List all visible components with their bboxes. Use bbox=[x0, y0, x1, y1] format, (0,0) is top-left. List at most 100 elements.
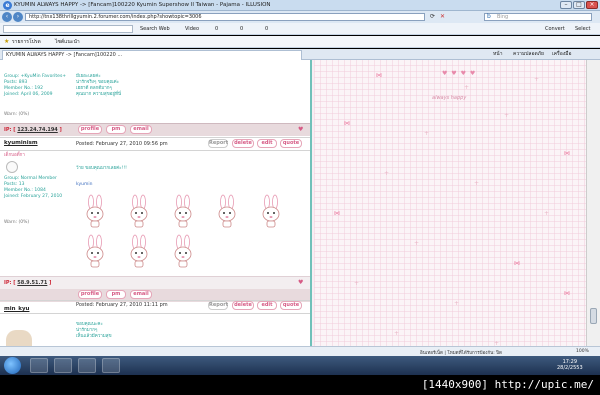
maximize-button[interactable]: □ bbox=[573, 1, 585, 9]
stop-icon[interactable]: ✕ bbox=[440, 13, 445, 20]
ip-address[interactable]: 58.9.51.71 bbox=[17, 280, 47, 286]
vertical-scrollbar[interactable] bbox=[586, 60, 600, 356]
divider bbox=[0, 137, 310, 138]
tab-current[interactable]: KYUMIN ALWAYS HAPPY -> [Fancam]100220 ..… bbox=[2, 50, 302, 60]
post1-warn: Warn: (0%) bbox=[4, 112, 30, 117]
delete-button[interactable]: delete bbox=[232, 301, 254, 310]
email-button[interactable]: email bbox=[130, 125, 152, 134]
divider bbox=[0, 150, 310, 151]
joined-date: Joined: April 06, 2009 bbox=[4, 92, 53, 97]
top-icon[interactable]: ♥ bbox=[298, 279, 303, 286]
page-menu[interactable]: หน้า bbox=[493, 50, 503, 58]
edit-button[interactable]: edit bbox=[257, 139, 277, 148]
post2-warn: Warn: (0%) bbox=[4, 220, 30, 225]
bow-icon: ⋈ bbox=[564, 290, 570, 297]
post2-posted: Posted: February 27, 2010 09:56 pm bbox=[76, 141, 168, 147]
report-button[interactable]: Report bbox=[208, 139, 228, 148]
profile-button[interactable]: profile bbox=[78, 290, 102, 299]
edit-button[interactable]: edit bbox=[257, 301, 277, 310]
refresh-icon[interactable]: ⟳ bbox=[430, 13, 435, 20]
bunny-sticker bbox=[130, 234, 148, 268]
bow-icon: ⋈ bbox=[334, 210, 340, 217]
avatar bbox=[6, 161, 18, 173]
profile-button[interactable]: profile bbox=[78, 125, 102, 134]
sparkle-icon: + bbox=[464, 84, 470, 91]
post2-ip: IP: [ 58.9.51.71 ] bbox=[4, 280, 52, 286]
star-icon: ★ bbox=[4, 38, 10, 45]
post2-body-line2: kyumin bbox=[76, 182, 93, 187]
start-button[interactable] bbox=[4, 357, 21, 374]
bow-icon: ⋈ bbox=[514, 260, 520, 267]
pm-button[interactable]: pm bbox=[106, 290, 126, 299]
quote-button[interactable]: quote bbox=[280, 301, 302, 310]
tools-menu[interactable]: เครื่องมือ bbox=[552, 50, 571, 58]
clock[interactable]: 17:29 28/2/2553 bbox=[557, 359, 583, 371]
bunny-sticker bbox=[86, 194, 104, 228]
favorites-button[interactable]: รายการโปรด bbox=[12, 38, 41, 46]
status-bar: อินเทอร์เน็ต | โหมดที่ได้รับการป้องกัน: … bbox=[0, 346, 600, 356]
image-caption: [1440x900] http://upic.me/ bbox=[0, 375, 600, 395]
counter-a[interactable]: 0 bbox=[215, 25, 218, 33]
bunny-sticker bbox=[262, 194, 280, 228]
ie-taskbar-icon[interactable] bbox=[30, 358, 48, 373]
scrollbar-thumb[interactable] bbox=[590, 308, 597, 324]
bunny-sticker bbox=[130, 194, 148, 228]
post1-body: มีเยอะเลยค่ะ น่ารักจริงๆ ขอบคุณค่ะ เฮฮาด… bbox=[76, 74, 121, 98]
search-input[interactable]: Bing bbox=[484, 13, 592, 21]
bunny-sticker bbox=[174, 234, 192, 268]
divider bbox=[0, 313, 310, 314]
bing-icon: b bbox=[487, 13, 491, 20]
post1-footer: IP: [ 123.24.74.194 ] profile pm email ♥ bbox=[0, 123, 310, 136]
bow-icon: ⋈ bbox=[344, 120, 350, 127]
post3-body: ขอบคุณนะคะ น่ารักมากๆ เห็นแล้วมีความสุข bbox=[76, 322, 112, 340]
minimize-button[interactable]: – bbox=[560, 1, 572, 9]
body-line: เห็นแล้วมีความสุข bbox=[76, 334, 112, 339]
close-button[interactable]: × bbox=[586, 1, 598, 9]
counter-b[interactable]: 0 bbox=[240, 25, 243, 33]
clock-date: 28/2/2553 bbox=[557, 365, 583, 371]
post2-author[interactable]: kyuminism bbox=[4, 140, 38, 146]
media-taskbar-icon[interactable] bbox=[78, 358, 96, 373]
post3-posted: Posted: February 27, 2010 11:11 pm bbox=[76, 302, 168, 308]
bow-icon: ⋈ bbox=[376, 72, 382, 79]
forward-button[interactable]: › bbox=[13, 12, 23, 22]
back-button[interactable]: ‹ bbox=[2, 12, 12, 22]
favorites-bar: ★ รายการโปรด ไซต์แนะนำ bbox=[0, 36, 600, 48]
select-button[interactable]: Select bbox=[575, 25, 590, 33]
video-button[interactable]: Video bbox=[185, 25, 199, 33]
counter-c[interactable]: 0 bbox=[265, 25, 268, 33]
top-icon[interactable]: ♥ bbox=[298, 126, 303, 133]
convert-button[interactable]: Convert bbox=[545, 25, 565, 33]
ip-address[interactable]: 123.24.74.194 bbox=[17, 127, 58, 133]
quote-button[interactable]: quote bbox=[280, 139, 302, 148]
sparkle-icon: + bbox=[354, 280, 360, 287]
ie-logo-icon: e bbox=[3, 1, 12, 10]
forum-column: Group: +KyuMin Favorites+ Posts: 893 Mem… bbox=[0, 60, 312, 356]
suggested-sites-button[interactable]: ไซต์แนะนำ bbox=[55, 38, 80, 46]
sparkle-icon: + bbox=[454, 300, 460, 307]
bunny-sticker bbox=[218, 194, 236, 228]
sparkle-icon: + bbox=[504, 112, 510, 119]
zoom-level[interactable]: 100% bbox=[576, 349, 589, 354]
app-taskbar-icon[interactable] bbox=[102, 358, 120, 373]
title-bar: e KYUMIN ALWAYS HAPPY -> [Fancam]100220 … bbox=[0, 0, 600, 11]
safety-menu[interactable]: ความปลอดภัย bbox=[513, 50, 544, 58]
sparkle-decorations: ⋈ + + ⋈ + + ⋈ + + ⋈ + + ⋈ + + ⋈ + + bbox=[314, 60, 586, 356]
toolbar-search-input[interactable] bbox=[3, 25, 133, 33]
search-web-button[interactable]: Search Web bbox=[140, 25, 170, 33]
sparkle-icon: + bbox=[394, 330, 400, 337]
folder-taskbar-icon[interactable] bbox=[54, 358, 72, 373]
taskbar: 17:29 28/2/2553 bbox=[0, 356, 600, 375]
post2-author-meta: Group: Normal Member Posts: 13 Member No… bbox=[4, 176, 70, 200]
post1-author-meta: Group: +KyuMin Favorites+ Posts: 893 Mem… bbox=[4, 74, 70, 98]
bunny-sticker-grid bbox=[84, 194, 294, 274]
pm-button[interactable]: pm bbox=[106, 125, 126, 134]
post3-author[interactable]: min_kyu bbox=[4, 306, 29, 312]
email-button[interactable]: email bbox=[130, 290, 152, 299]
post2-footer: IP: [ 58.9.51.71 ] ♥ bbox=[0, 276, 310, 289]
report-button[interactable]: Report bbox=[208, 301, 228, 310]
joined-date: Joined: February 27, 2010 bbox=[4, 194, 63, 199]
bow-icon: ⋈ bbox=[564, 150, 570, 157]
url-field[interactable]: http://tnx138thrillgyumin.2.forumer.com/… bbox=[25, 13, 425, 21]
delete-button[interactable]: delete bbox=[232, 139, 254, 148]
